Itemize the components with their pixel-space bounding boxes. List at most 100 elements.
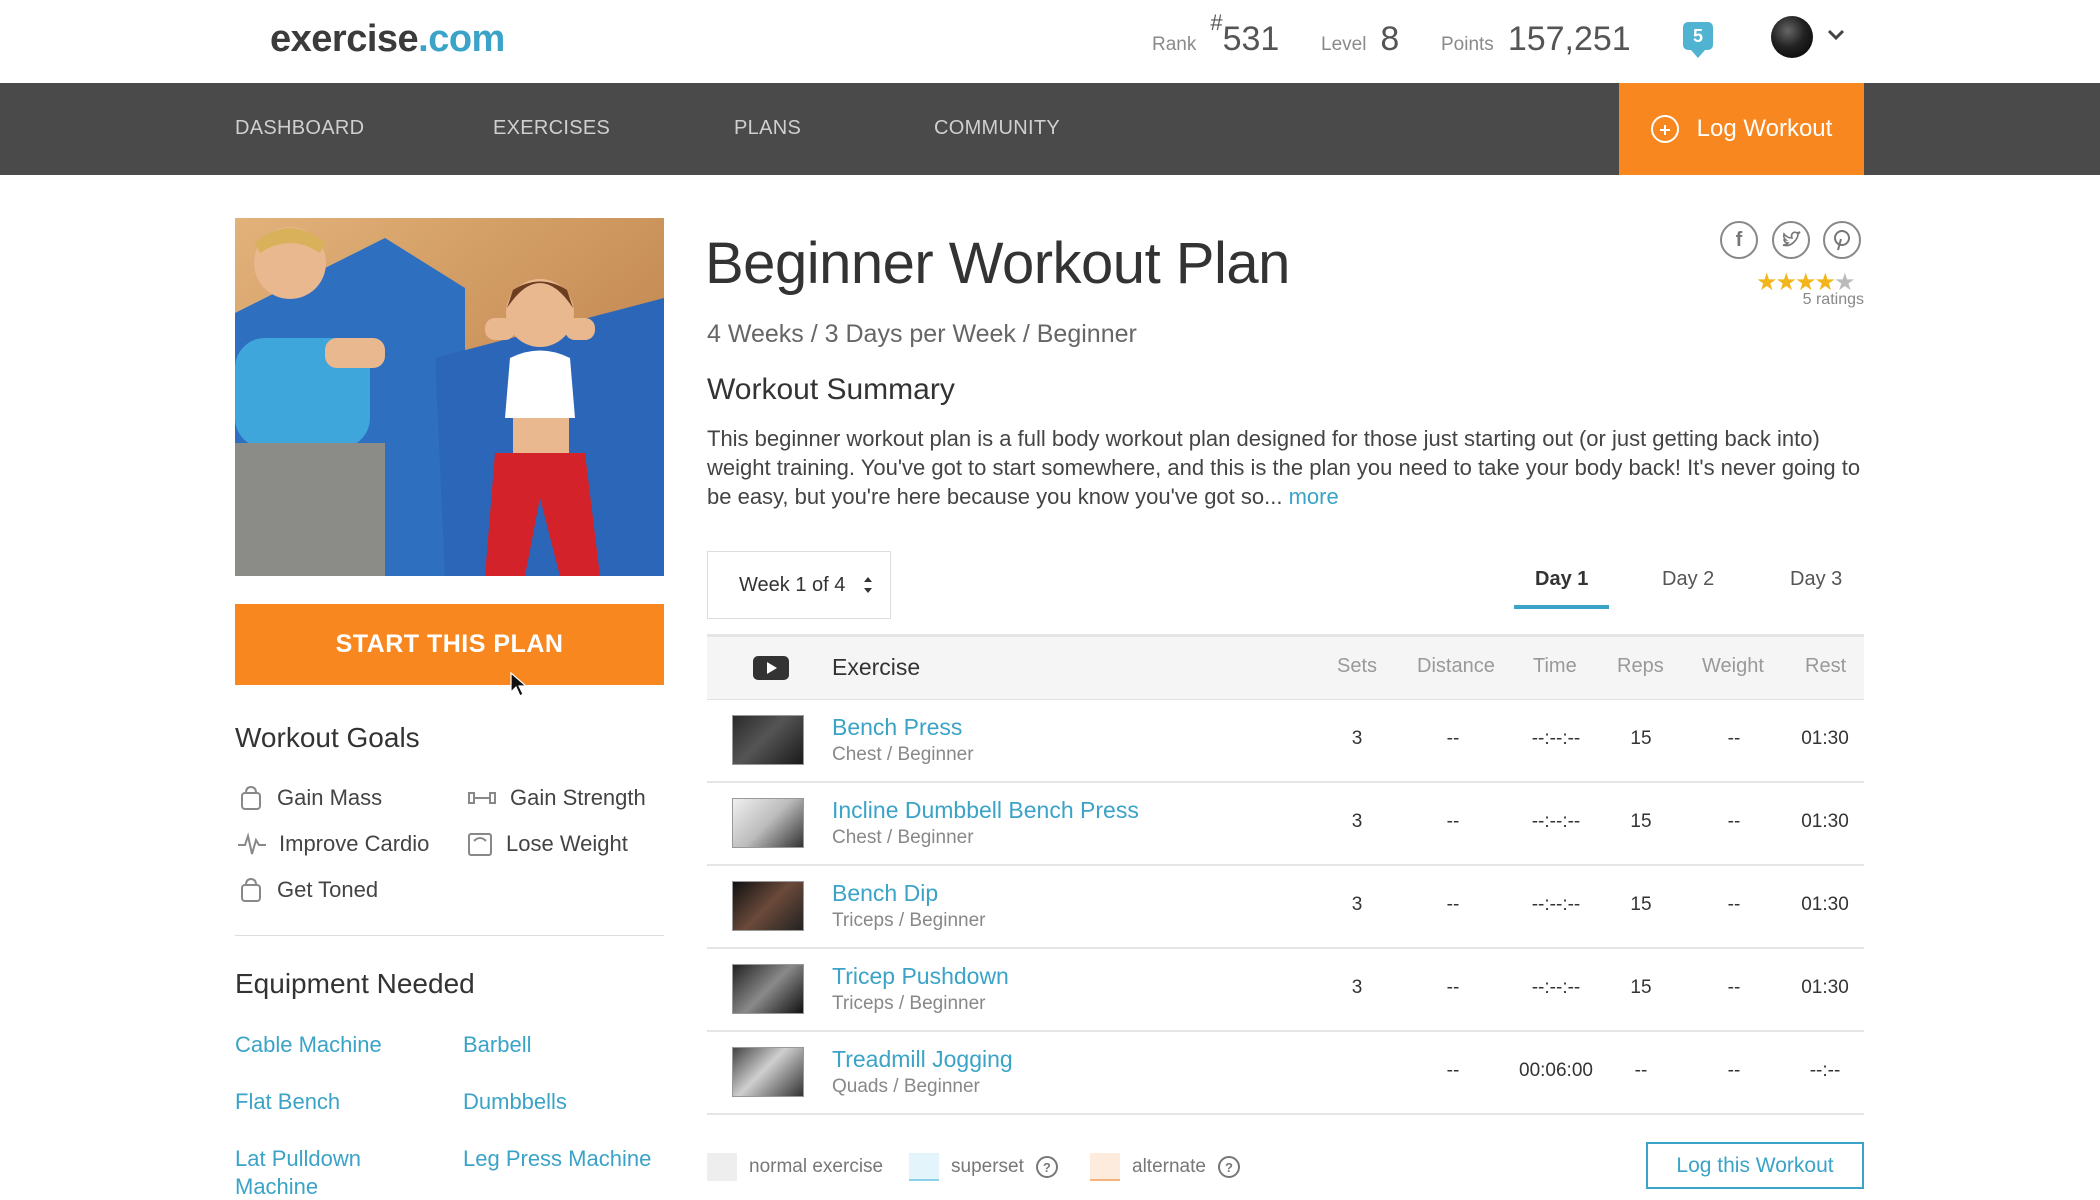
level-stat: Level 8 bbox=[1321, 20, 1399, 59]
plan-hero-image bbox=[235, 218, 664, 576]
cell-distance: -- bbox=[1446, 1060, 1460, 1081]
chevron-down-icon[interactable] bbox=[1826, 28, 1846, 42]
equipment-link-flat-bench[interactable]: Flat Bench bbox=[235, 1088, 340, 1116]
col-header-rest: Rest bbox=[1805, 655, 1847, 677]
cell-reps: 15 bbox=[1630, 728, 1652, 749]
equipment-link-leg-press[interactable]: Leg Press Machine bbox=[463, 1145, 651, 1173]
nav-item-plans[interactable]: PLANS bbox=[734, 117, 801, 140]
left-divider bbox=[235, 935, 664, 936]
heartbeat-icon bbox=[238, 832, 266, 855]
col-header-time: Time bbox=[1533, 655, 1577, 677]
points-stat: Points 157,251 bbox=[1441, 20, 1631, 59]
col-header-reps: Reps bbox=[1617, 655, 1664, 677]
col-header-sets: Sets bbox=[1337, 655, 1378, 677]
plus-circle-icon bbox=[1650, 115, 1679, 143]
equipment-link-dumbbells[interactable]: Dumbbells bbox=[463, 1088, 567, 1116]
goal-gain-strength: Gain Strength bbox=[466, 784, 646, 812]
table-row[interactable]: Bench Dip Triceps / Beginner 3 -- --:--:… bbox=[707, 866, 1864, 949]
week-select[interactable]: Week 1 of 4 bbox=[707, 551, 891, 619]
cell-time: --:--:-- bbox=[1531, 977, 1581, 998]
exercise-name-link[interactable]: Incline Dumbbell Bench Press bbox=[832, 797, 1139, 824]
exercise-thumbnail[interactable] bbox=[732, 1047, 804, 1097]
log-workout-button[interactable]: Log Workout bbox=[1619, 83, 1864, 175]
cell-time: --:--:-- bbox=[1531, 811, 1581, 832]
nav-item-dashboard[interactable]: DASHBOARD bbox=[235, 117, 364, 140]
star-filled-icon[interactable]: ★ bbox=[1776, 269, 1797, 296]
nav-item-exercises[interactable]: EXERCISES bbox=[493, 117, 610, 140]
equipment-link-cable-machine[interactable]: Cable Machine bbox=[235, 1031, 382, 1059]
workout-summary-title: Workout Summary bbox=[707, 373, 955, 406]
tab-day-2[interactable]: Day 2 bbox=[1662, 568, 1714, 591]
exercise-name-link[interactable]: Treadmill Jogging bbox=[832, 1046, 1013, 1073]
facebook-icon[interactable]: f bbox=[1720, 221, 1758, 259]
rank-label: Rank bbox=[1152, 34, 1197, 55]
legend-swatch-alternate bbox=[1090, 1153, 1120, 1181]
exercise-category: Quads / Beginner bbox=[832, 1076, 980, 1097]
nav-item-community[interactable]: COMMUNITY bbox=[934, 117, 1060, 140]
exercise-thumbnail[interactable] bbox=[732, 881, 804, 931]
legend-swatch-superset bbox=[909, 1153, 939, 1181]
table-row[interactable]: Incline Dumbbell Bench Press Chest / Beg… bbox=[707, 783, 1864, 866]
goal-improve-cardio: Improve Cardio bbox=[237, 830, 429, 858]
kettlebell-icon bbox=[241, 785, 261, 810]
col-header-exercise: Exercise bbox=[832, 654, 921, 680]
exercise-thumbnail[interactable] bbox=[732, 715, 804, 765]
equipment-link-barbell[interactable]: Barbell bbox=[463, 1031, 531, 1059]
pinterest-icon[interactable] bbox=[1823, 221, 1861, 259]
points-value: 157,251 bbox=[1507, 20, 1631, 58]
video-play-icon[interactable] bbox=[752, 654, 790, 682]
cell-reps: 15 bbox=[1630, 977, 1652, 998]
exercise-name-link[interactable]: Bench Press bbox=[832, 714, 962, 741]
cell-reps: 15 bbox=[1630, 811, 1652, 832]
twitter-icon[interactable] bbox=[1772, 221, 1810, 259]
cell-sets: 3 bbox=[1351, 894, 1363, 915]
exercise-name-link[interactable]: Bench Dip bbox=[832, 880, 938, 907]
cell-distance: -- bbox=[1446, 977, 1460, 998]
cell-distance: -- bbox=[1446, 894, 1460, 915]
site-logo[interactable]: exercise.com bbox=[270, 18, 505, 61]
kettlebell-icon bbox=[241, 877, 261, 902]
tab-day-1[interactable]: Day 1 bbox=[1535, 568, 1588, 591]
cell-distance: -- bbox=[1446, 811, 1460, 832]
table-row[interactable]: Treadmill Jogging Quads / Beginner -- 00… bbox=[707, 1032, 1864, 1115]
table-row[interactable]: Bench Press Chest / Beginner 3 -- --:--:… bbox=[707, 700, 1864, 783]
goal-get-toned: Get Toned bbox=[237, 876, 378, 904]
star-filled-icon[interactable]: ★ bbox=[1756, 269, 1777, 296]
chat-bubble-icon[interactable]: 5 bbox=[1683, 22, 1715, 58]
active-tab-indicator bbox=[1514, 605, 1609, 609]
cell-time: --:--:-- bbox=[1531, 728, 1581, 749]
level-label: Level bbox=[1321, 34, 1367, 55]
goal-lose-weight: Lose Weight bbox=[466, 830, 628, 858]
col-header-distance: Distance bbox=[1417, 655, 1495, 677]
mouse-cursor-icon bbox=[510, 672, 528, 697]
cell-rest: --:-- bbox=[1809, 1060, 1841, 1081]
start-plan-button[interactable]: START THIS PLAN bbox=[235, 604, 664, 685]
cell-weight: -- bbox=[1727, 894, 1741, 915]
user-avatar[interactable] bbox=[1771, 16, 1813, 58]
equipment-link-lat-pulldown[interactable]: Lat Pulldown Machine bbox=[235, 1145, 405, 1200]
exercise-thumbnail[interactable] bbox=[732, 798, 804, 848]
cell-weight: -- bbox=[1727, 811, 1741, 832]
workout-goals-title: Workout Goals bbox=[235, 722, 420, 753]
help-icon[interactable]: ? bbox=[1217, 1156, 1240, 1178]
cell-weight: -- bbox=[1727, 977, 1741, 998]
goal-gain-mass: Gain Mass bbox=[237, 784, 382, 812]
tab-day-3[interactable]: Day 3 bbox=[1790, 568, 1842, 591]
log-this-workout-button[interactable]: Log this Workout bbox=[1646, 1142, 1864, 1189]
up-down-arrows-icon bbox=[864, 577, 873, 593]
cell-sets: 3 bbox=[1351, 977, 1363, 998]
cell-reps: -- bbox=[1634, 1060, 1648, 1081]
exercise-name-link[interactable]: Tricep Pushdown bbox=[832, 963, 1009, 990]
cell-rest: 01:30 bbox=[1801, 728, 1849, 749]
more-link[interactable]: more bbox=[1289, 484, 1339, 509]
legend-superset: superset ? bbox=[909, 1153, 1058, 1181]
equipment-needed-title: Equipment Needed bbox=[235, 968, 475, 999]
points-label: Points bbox=[1441, 34, 1494, 55]
main-nav: DASHBOARD EXERCISES PLANS COMMUNITY Log … bbox=[0, 83, 2100, 175]
exercise-thumbnail[interactable] bbox=[732, 964, 804, 1014]
plan-subtitle: 4 Weeks / 3 Days per Week / Beginner bbox=[707, 320, 1137, 348]
table-row[interactable]: Tricep Pushdown Triceps / Beginner 3 -- … bbox=[707, 949, 1864, 1032]
help-icon[interactable]: ? bbox=[1035, 1156, 1058, 1178]
cell-weight: -- bbox=[1727, 728, 1741, 749]
cell-distance: -- bbox=[1446, 728, 1460, 749]
